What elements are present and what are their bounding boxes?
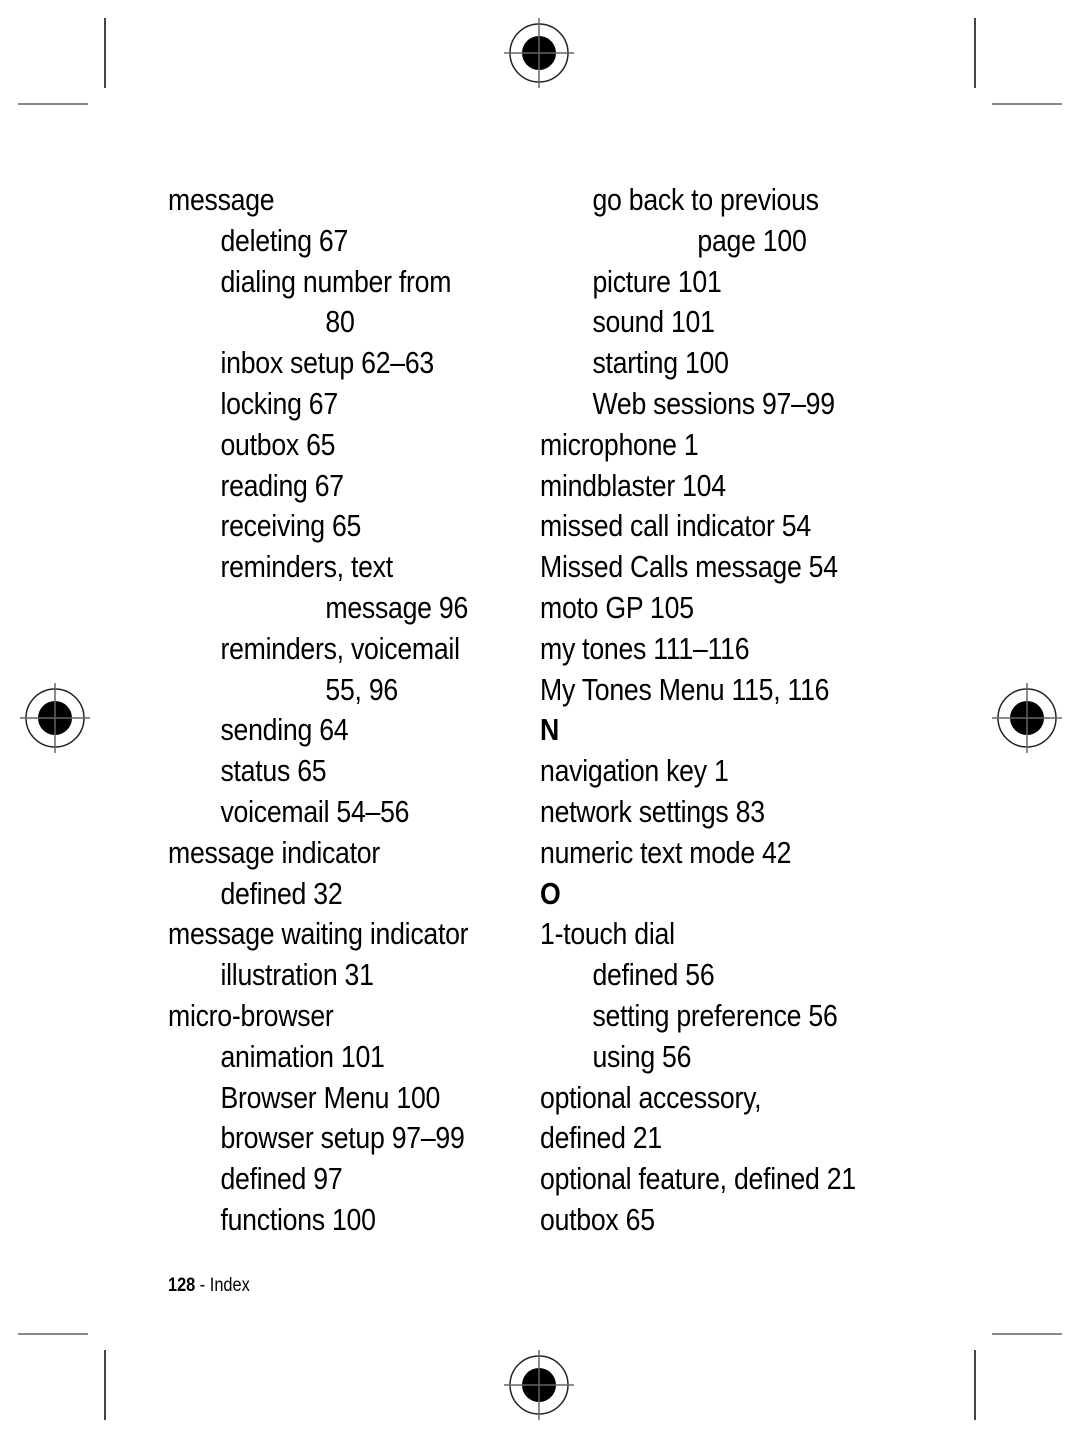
index-entry: reminders, text <box>220 549 393 585</box>
index-entry: starting 100 <box>592 345 729 381</box>
index-entry: picture 101 <box>592 263 722 299</box>
page-number: 128 <box>168 1275 196 1296</box>
index-entry: message waiting indicator <box>168 916 469 952</box>
index-entry: navigation key 1 <box>540 753 729 789</box>
crop-mark-top-left-vertical <box>104 18 106 88</box>
index-entry: animation 101 <box>220 1038 385 1074</box>
index-entry: functions 100 <box>220 1201 376 1237</box>
index-entry: reading 67 <box>220 467 344 503</box>
index-entry: micro-browser <box>168 997 334 1033</box>
index-entry: defined 21 <box>540 1120 662 1156</box>
index-entry: voicemail 54–56 <box>220 793 410 829</box>
index-entry: network settings 83 <box>540 793 765 829</box>
index-entry: sending 64 <box>220 712 349 748</box>
index-entry: setting preference 56 <box>592 997 838 1033</box>
index-entry: inbox setup 62–63 <box>220 345 434 381</box>
index-entry: message 96 <box>325 589 469 625</box>
index-entry: dialing number from <box>220 263 452 299</box>
index-entry: page 100 <box>697 222 807 258</box>
crop-mark-bottom-left-vertical <box>104 1350 106 1420</box>
index-letter-heading: N <box>540 712 560 748</box>
index-entry: defined 32 <box>220 875 343 911</box>
index-entry: 1-touch dial <box>540 916 675 952</box>
index-entry: outbox 65 <box>540 1201 655 1237</box>
index-entry: microphone 1 <box>540 426 699 462</box>
index-entry: using 56 <box>592 1038 692 1074</box>
footer-separator: - <box>195 1275 210 1296</box>
index-entry: 80 <box>325 304 355 340</box>
crop-mark-bottom-left-horizontal <box>18 1333 88 1335</box>
crosshair-target-icon <box>992 683 1062 753</box>
index-entry: sound 101 <box>592 304 715 340</box>
index-entry: defined 97 <box>220 1161 343 1197</box>
index-entry: missed call indicator 54 <box>540 508 811 544</box>
index-column-right: go back to previous page 100 picture 101 so… <box>540 180 907 1241</box>
index-entry: 55, 96 <box>325 671 398 707</box>
index-entry: go back to previous <box>592 182 819 217</box>
index-entry: locking 67 <box>220 385 338 421</box>
crosshair-target-icon <box>20 683 90 753</box>
index-entry: defined 56 <box>592 957 715 993</box>
index-entry: illustration 31 <box>220 957 374 993</box>
index-entry: Browser Menu 100 <box>220 1079 441 1115</box>
index-entry: Web sessions 97–99 <box>592 385 835 421</box>
section-name: Index <box>209 1275 250 1296</box>
index-entry: optional accessory, <box>540 1079 762 1115</box>
index-entry: outbox 65 <box>220 426 336 462</box>
index-entry: reminders, voicemail <box>220 630 460 666</box>
index-entry: message <box>168 182 275 217</box>
crosshair-target-icon <box>504 1350 574 1420</box>
index-entry: My Tones Menu 115, 116 <box>540 671 830 707</box>
index-entry: moto GP 105 <box>540 589 694 625</box>
crop-mark-bottom-right-vertical <box>974 1350 976 1420</box>
crop-mark-bottom-right-horizontal <box>992 1333 1062 1335</box>
crop-mark-top-right-horizontal <box>992 103 1062 105</box>
index-entry: my tones 111–116 <box>540 630 750 666</box>
index-letter-heading: O <box>540 875 561 911</box>
index-entry: mindblaster 104 <box>540 467 726 503</box>
index-entry: message indicator <box>168 834 380 870</box>
index-entry: optional feature, defined 21 <box>540 1161 856 1197</box>
page-footer: 128 - Index <box>168 1275 250 1297</box>
index-entry: Missed Calls message 54 <box>540 549 838 585</box>
crop-mark-top-left-horizontal <box>18 103 88 105</box>
index-entry: numeric text mode 42 <box>540 834 792 870</box>
index-entry: status 65 <box>220 753 327 789</box>
crosshair-target-icon <box>504 18 574 88</box>
crop-mark-top-right-vertical <box>974 18 976 88</box>
index-entry: receiving 65 <box>220 508 362 544</box>
index-column-left: message deleting 67 dialing number from 80 i… <box>168 180 517 1241</box>
index-entry: deleting 67 <box>220 222 349 258</box>
index-entry: browser setup 97–99 <box>220 1120 465 1156</box>
